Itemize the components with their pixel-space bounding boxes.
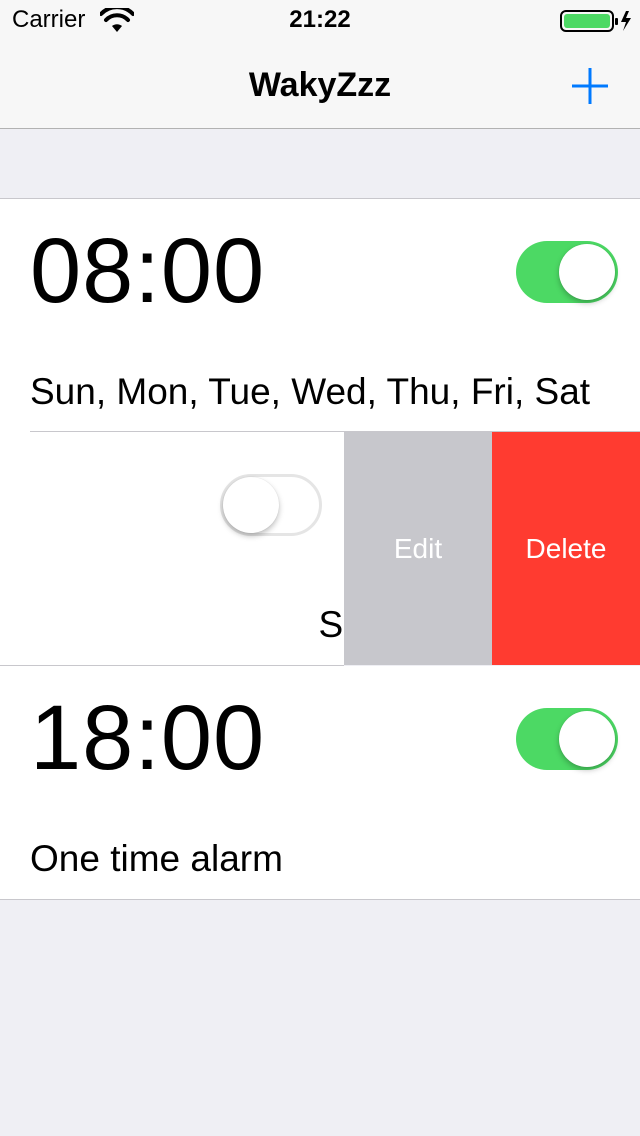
alarm-time: 08:00 [30, 220, 266, 322]
alarm-row-swiped[interactable]: Sat Edit Delete [0, 432, 640, 665]
navigation-bar: WakyZzz [0, 40, 640, 129]
delete-button[interactable]: Delete [492, 432, 640, 665]
plus-icon [572, 68, 608, 104]
alarm-repeat-days: One time alarm [30, 838, 283, 879]
alarm-toggle[interactable] [220, 474, 322, 536]
edit-label: Edit [393, 532, 443, 564]
alarm-repeat-days: Sun, Mon, Tue, Wed, Thu, Fri, Sat [30, 371, 591, 412]
alarm-row[interactable]: 08:00 Sun, Mon, Tue, Wed, Thu, Fri, Sat [0, 199, 640, 432]
edit-button[interactable]: Edit [344, 432, 492, 665]
list-bottom-border [0, 899, 640, 900]
alarm-toggle[interactable] [516, 241, 618, 303]
alarm-time: 18:00 [30, 687, 266, 789]
battery-charging-icon [560, 9, 634, 38]
alarm-toggle[interactable] [516, 708, 618, 770]
page-title: WakyZzz [248, 66, 392, 104]
alarm-row[interactable]: 18:00 One time alarm [0, 666, 640, 899]
status-bar: Carrier 21:22 [0, 0, 640, 40]
delete-label: Delete [525, 532, 607, 564]
status-time: 21:22 [289, 6, 351, 33]
add-alarm-button[interactable] [568, 64, 612, 108]
